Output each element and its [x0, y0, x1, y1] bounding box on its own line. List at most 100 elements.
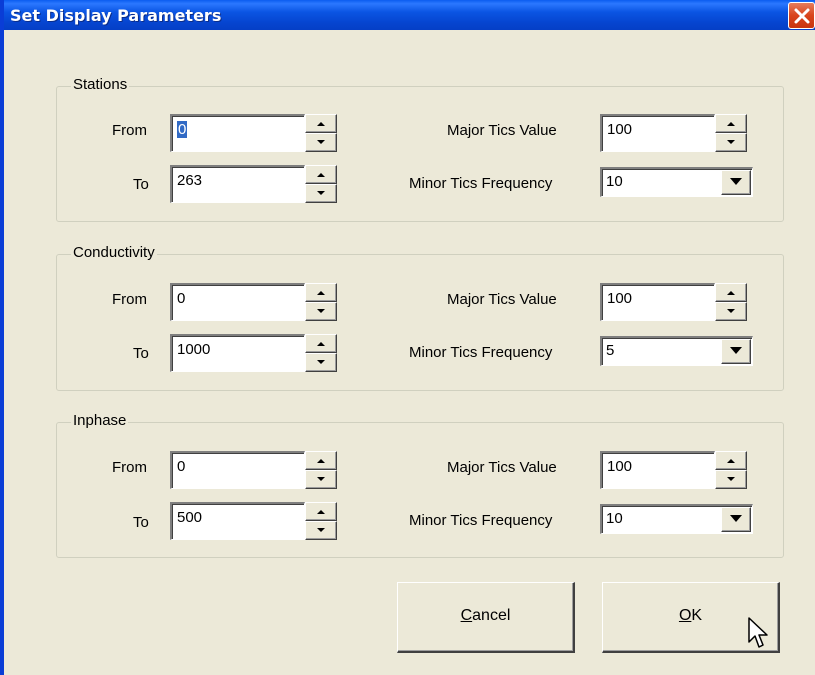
- inphase-from-value: 0: [177, 458, 186, 475]
- stations-from-spinner[interactable]: [305, 114, 337, 152]
- chevron-down-icon: [730, 347, 742, 354]
- spin-up-arrow-icon: [317, 173, 325, 177]
- inphase-major-spinner[interactable]: [715, 451, 747, 489]
- inphase-from-spinner[interactable]: [305, 451, 337, 489]
- stations-from-input[interactable]: 0: [170, 114, 305, 152]
- spin-up-button[interactable]: [305, 283, 337, 302]
- cancel-accelerator: C: [460, 607, 473, 624]
- stations-from-value: 0: [177, 121, 188, 138]
- inphase-to-value: 500: [177, 509, 203, 526]
- stations-to-input[interactable]: 263: [170, 165, 305, 203]
- spin-up-arrow-icon: [727, 122, 735, 126]
- spin-up-arrow-icon: [317, 510, 325, 514]
- conductivity-to-input[interactable]: 1000: [170, 334, 305, 372]
- dialog-window: Set Display Parameters Stations From 0 T…: [0, 0, 815, 675]
- spin-up-button[interactable]: [715, 114, 747, 133]
- stations-minor-label: Minor Tics Frequency: [409, 175, 553, 192]
- conductivity-from-spinner[interactable]: [305, 283, 337, 321]
- inphase-major-label: Major Tics Value: [447, 459, 557, 476]
- chevron-down-icon: [730, 515, 742, 522]
- spin-up-button[interactable]: [305, 502, 337, 521]
- spin-up-button[interactable]: [305, 334, 337, 353]
- spin-up-arrow-icon: [317, 122, 325, 126]
- spin-up-arrow-icon: [317, 291, 325, 295]
- conductivity-from-input[interactable]: 0: [170, 283, 305, 321]
- spin-up-button[interactable]: [715, 283, 747, 302]
- inphase-major-input[interactable]: 100: [600, 451, 715, 489]
- spin-down-button[interactable]: [305, 521, 337, 540]
- stations-group: Stations: [56, 76, 784, 222]
- dropdown-button[interactable]: [721, 170, 751, 195]
- inphase-minor-select[interactable]: 10: [600, 504, 753, 534]
- conductivity-major-spinner[interactable]: [715, 283, 747, 321]
- stations-group-title: Stations: [71, 76, 130, 93]
- conductivity-minor-value: 5: [606, 342, 615, 359]
- stations-major-label: Major Tics Value: [447, 122, 557, 139]
- spin-down-button[interactable]: [305, 302, 337, 321]
- chevron-down-icon: [730, 178, 742, 185]
- spin-up-arrow-icon: [727, 291, 735, 295]
- spin-down-button[interactable]: [715, 302, 747, 321]
- spin-down-button[interactable]: [305, 470, 337, 489]
- dropdown-button[interactable]: [721, 507, 751, 532]
- spin-down-arrow-icon: [317, 140, 325, 144]
- cancel-button[interactable]: Cancel: [397, 582, 575, 653]
- window-title: Set Display Parameters: [10, 6, 222, 25]
- stations-to-label: To: [133, 176, 149, 193]
- title-bar[interactable]: Set Display Parameters: [4, 0, 815, 30]
- inphase-group-title: Inphase: [71, 412, 129, 429]
- conductivity-major-input[interactable]: 100: [600, 283, 715, 321]
- spin-down-arrow-icon: [727, 140, 735, 144]
- spin-down-button[interactable]: [715, 470, 747, 489]
- close-button[interactable]: [788, 2, 815, 29]
- spin-down-button[interactable]: [305, 133, 337, 152]
- conductivity-group: Conductivity: [56, 244, 784, 391]
- spin-down-arrow-icon: [317, 191, 325, 195]
- conductivity-group-title: Conductivity: [71, 244, 157, 261]
- spin-up-button[interactable]: [305, 114, 337, 133]
- spin-down-arrow-icon: [317, 477, 325, 481]
- inphase-to-label: To: [133, 514, 149, 531]
- spin-down-arrow-icon: [317, 528, 325, 532]
- conductivity-minor-select[interactable]: 5: [600, 336, 753, 366]
- stations-minor-value: 10: [606, 173, 623, 190]
- spin-up-button[interactable]: [305, 451, 337, 470]
- inphase-to-input[interactable]: 500: [170, 502, 305, 540]
- spin-up-arrow-icon: [727, 459, 735, 463]
- conductivity-from-label: From: [112, 291, 147, 308]
- conductivity-to-label: To: [133, 345, 149, 362]
- conductivity-to-value: 1000: [177, 341, 211, 358]
- conductivity-to-spinner[interactable]: [305, 334, 337, 372]
- spin-down-button[interactable]: [305, 353, 337, 372]
- inphase-to-spinner[interactable]: [305, 502, 337, 540]
- conductivity-from-value: 0: [177, 290, 186, 307]
- inphase-major-value: 100: [607, 458, 633, 475]
- stations-major-value: 100: [607, 121, 633, 138]
- stations-major-input[interactable]: 100: [600, 114, 715, 152]
- spin-up-button[interactable]: [305, 165, 337, 184]
- stations-to-spinner[interactable]: [305, 165, 337, 203]
- inphase-group: Inphase: [56, 412, 784, 558]
- spin-down-button[interactable]: [305, 184, 337, 203]
- inphase-minor-value: 10: [606, 510, 623, 527]
- dropdown-button[interactable]: [721, 339, 751, 364]
- spin-down-button[interactable]: [715, 133, 747, 152]
- stations-from-label: From: [112, 122, 147, 139]
- ok-label-rest: K: [691, 607, 703, 624]
- conductivity-minor-label: Minor Tics Frequency: [409, 344, 553, 361]
- stations-minor-select[interactable]: 10: [600, 167, 753, 197]
- mouse-pointer-icon: [748, 617, 768, 648]
- conductivity-major-value: 100: [607, 290, 633, 307]
- conductivity-major-label: Major Tics Value: [447, 291, 557, 308]
- spin-down-arrow-icon: [317, 309, 325, 313]
- spin-up-button[interactable]: [715, 451, 747, 470]
- cancel-label-rest: ancel: [472, 607, 511, 624]
- spin-down-arrow-icon: [727, 477, 735, 481]
- spin-down-arrow-icon: [727, 309, 735, 313]
- ok-accelerator: O: [678, 607, 692, 624]
- spin-up-arrow-icon: [317, 459, 325, 463]
- inphase-from-input[interactable]: 0: [170, 451, 305, 489]
- stations-major-spinner[interactable]: [715, 114, 747, 152]
- inphase-minor-label: Minor Tics Frequency: [409, 512, 553, 529]
- close-icon: [794, 8, 810, 24]
